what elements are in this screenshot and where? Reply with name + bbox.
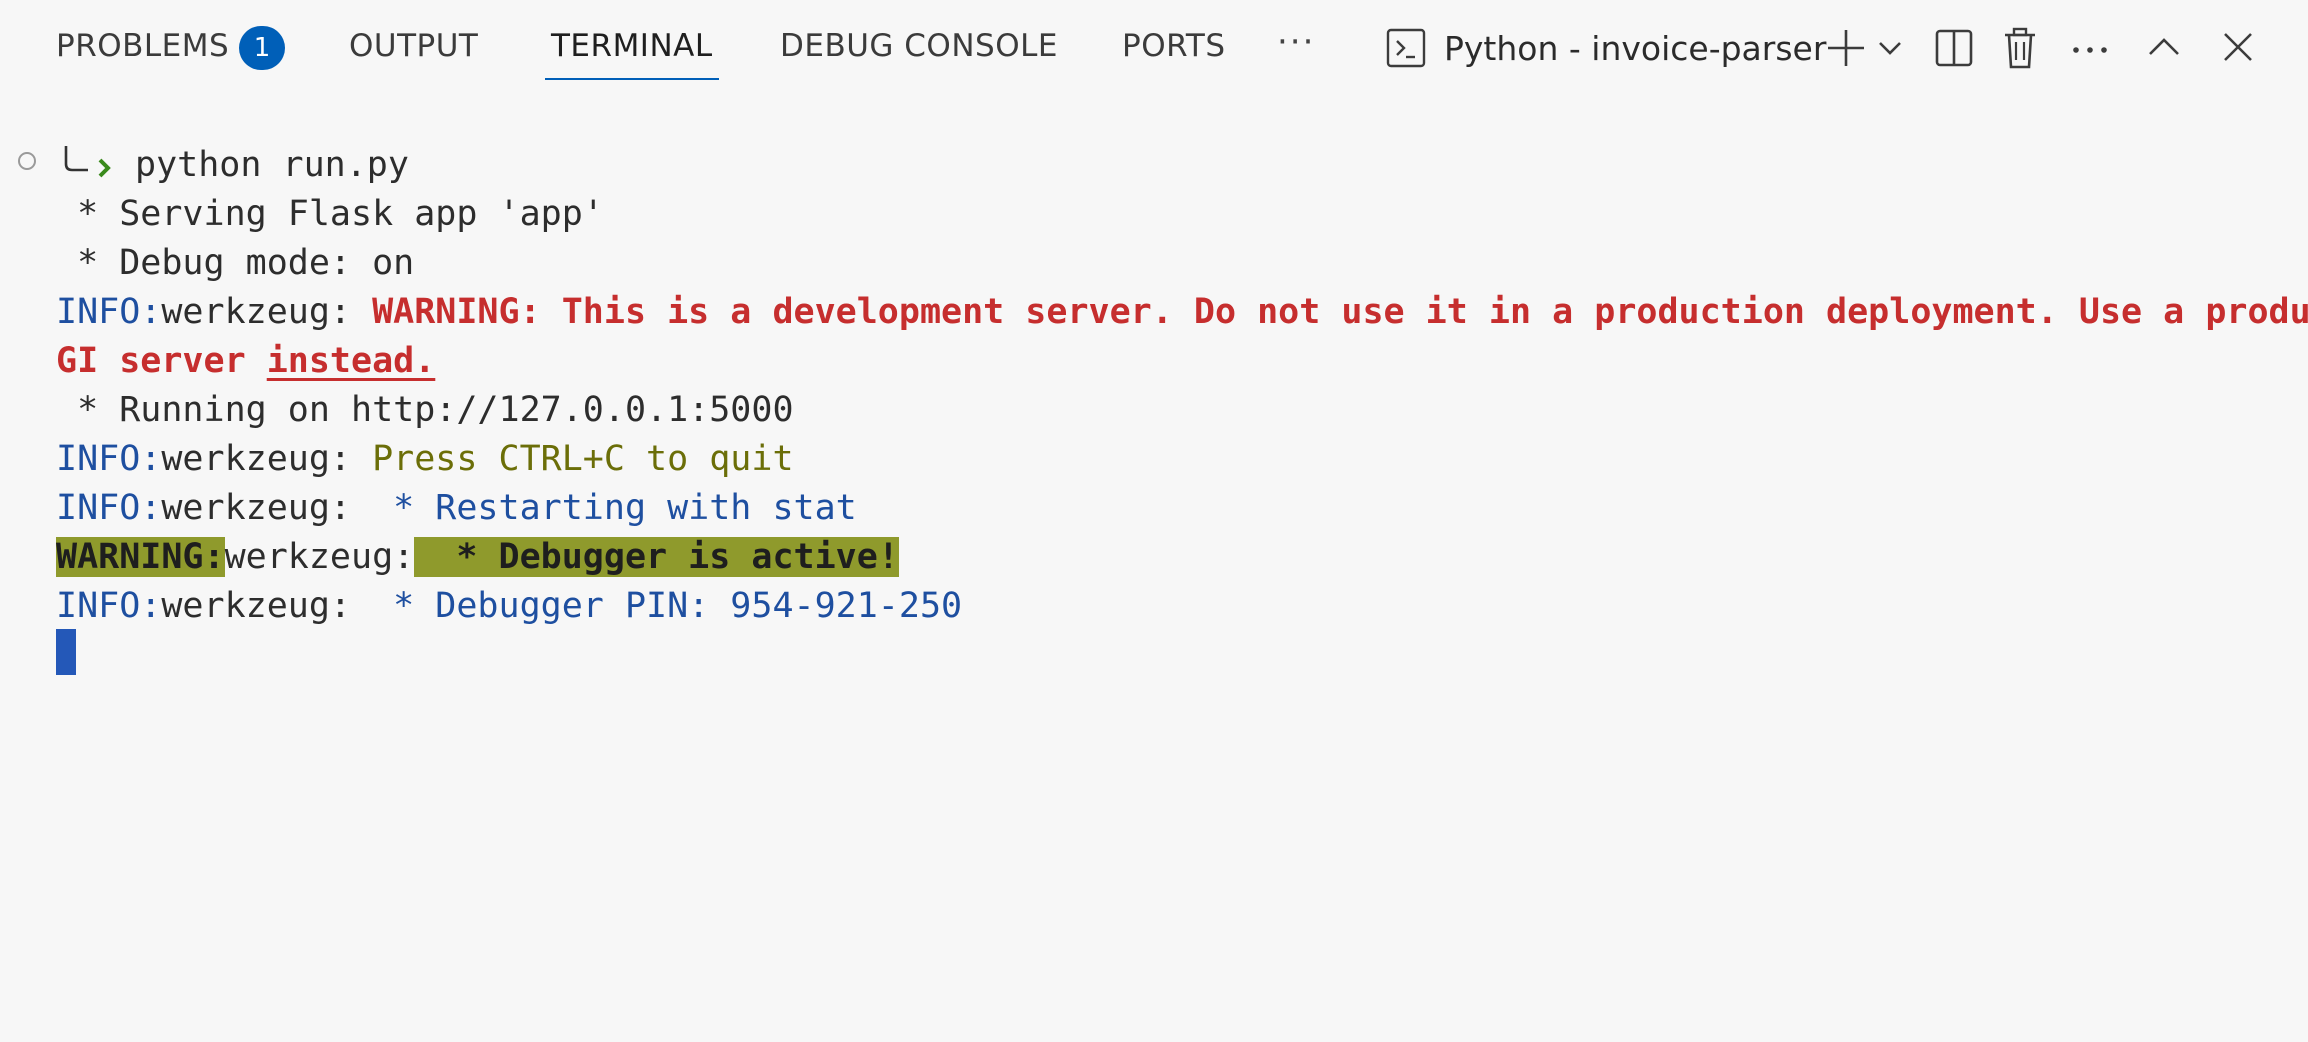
terminal-line-debugger-active: WARNING:werkzeug: * Debugger is active! xyxy=(56,533,899,582)
tab-debug-console[interactable]: DEBUG CONSOLE xyxy=(780,26,1058,66)
dev-server-warning-cont: GI server xyxy=(56,341,267,381)
terminal-line-dev-warning-cont: GI server instead. xyxy=(56,337,435,386)
terminal-line-running-on[interactable]: * Running on http://127.0.0.1:5000 xyxy=(56,386,793,435)
logger-name: werkzeug: xyxy=(161,586,373,626)
logger-name: werkzeug: xyxy=(161,292,373,332)
prompt-arrow-icon xyxy=(64,146,111,178)
restart-message: * Restarting with stat xyxy=(372,488,857,528)
chevron-up-icon[interactable] xyxy=(2146,26,2182,70)
debugger-pin-message: * Debugger PIN: 954-921-250 xyxy=(372,586,963,626)
terminal-line-dev-warning: INFO:werkzeug: WARNING: This is a develo… xyxy=(56,288,2308,337)
debugger-active-message: * Debugger is active! xyxy=(414,537,899,577)
terminal-line-debugger-pin: INFO:werkzeug: * Debugger PIN: 954-921-2… xyxy=(56,582,962,631)
problems-count-badge: 1 xyxy=(239,26,285,70)
tab-output[interactable]: OUTPUT xyxy=(349,26,478,66)
terminal-output[interactable]: python run.py * Serving Flask app 'app' … xyxy=(0,96,2308,1042)
logger-name: werkzeug: xyxy=(224,537,415,577)
plus-icon[interactable] xyxy=(1824,26,1868,70)
terminal-icon xyxy=(1386,28,1426,68)
info-prefix: INFO: xyxy=(56,586,162,626)
terminal-cursor xyxy=(56,629,76,675)
terminal-line-serving: * Serving Flask app 'app' xyxy=(56,194,604,234)
command-status-icon[interactable] xyxy=(18,152,36,170)
panel-tab-bar: PROBLEMS 1 OUTPUT TERMINAL DEBUG CONSOLE… xyxy=(0,0,2308,96)
tab-output-label: OUTPUT xyxy=(349,28,479,64)
terminal-line-debug-mode: * Debug mode: on xyxy=(56,243,415,283)
tab-overflow-button[interactable]: ··· xyxy=(1277,22,1315,62)
terminal-command: python run.py xyxy=(135,145,409,185)
close-icon[interactable] xyxy=(2220,26,2256,70)
dev-server-warning-link[interactable]: instead. xyxy=(267,341,436,381)
tab-debug-console-label: DEBUG CONSOLE xyxy=(780,28,1058,64)
split-terminal-icon[interactable] xyxy=(1934,26,1974,70)
more-actions-icon[interactable] xyxy=(2070,26,2110,70)
tab-ports-label: PORTS xyxy=(1122,28,1226,64)
chevron-down-icon[interactable] xyxy=(1876,26,1904,70)
tab-ports[interactable]: PORTS xyxy=(1122,26,1226,66)
tab-terminal-label: TERMINAL xyxy=(551,28,713,64)
logger-name: werkzeug: xyxy=(161,439,373,479)
info-prefix: INFO: xyxy=(56,488,162,528)
dev-server-warning: WARNING: This is a development server. D… xyxy=(372,292,2308,332)
quit-hint: Press CTRL+C to quit xyxy=(372,439,794,479)
logger-name: werkzeug: xyxy=(161,488,373,528)
info-prefix: INFO: xyxy=(56,292,162,332)
tab-problems-label: PROBLEMS xyxy=(56,28,230,64)
tab-problems[interactable]: PROBLEMS xyxy=(56,26,229,66)
warning-prefix: WARNING: xyxy=(56,537,225,577)
terminal-selector-label: Python - invoice-parser xyxy=(1444,29,1827,68)
info-prefix: INFO: xyxy=(56,439,162,479)
trash-icon[interactable] xyxy=(2002,26,2038,70)
terminal-line-press-ctrl-c: INFO:werkzeug: Press CTRL+C to quit xyxy=(56,435,794,484)
terminal-line-restarting: INFO:werkzeug: * Restarting with stat xyxy=(56,484,857,533)
tab-terminal[interactable]: TERMINAL xyxy=(545,26,719,80)
